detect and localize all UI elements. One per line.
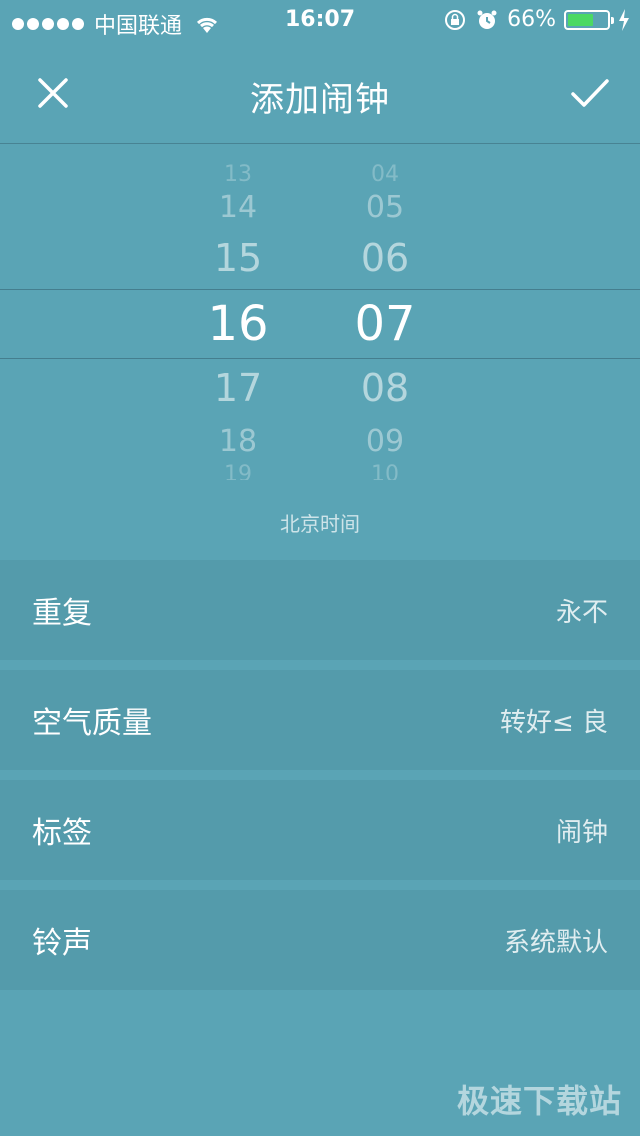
row-label: 铃声 bbox=[32, 926, 92, 961]
row-label: 重复 bbox=[32, 596, 92, 631]
picker-selection-band bbox=[0, 289, 640, 359]
alarm-icon bbox=[477, 10, 497, 29]
ringtone-row[interactable]: 铃声 系统默认 bbox=[0, 890, 640, 990]
rotation-lock-icon bbox=[445, 9, 466, 30]
label-row[interactable]: 标签 闹钟 bbox=[0, 780, 640, 880]
hour-option[interactable]: 19 bbox=[183, 462, 293, 480]
watermark: 极速下载站 bbox=[456, 1082, 622, 1120]
time-picker[interactable]: 13 14 15 16 17 18 19 04 05 06 07 08 09 1… bbox=[0, 144, 640, 484]
minute-option[interactable]: 09 bbox=[330, 424, 440, 459]
repeat-row[interactable]: 重复 永不 bbox=[0, 560, 640, 660]
hour-wheel[interactable]: 13 14 15 16 17 18 19 bbox=[183, 144, 293, 484]
battery-icon bbox=[564, 9, 614, 30]
status-bar: 中国联通 16:07 66% bbox=[0, 0, 640, 40]
hour-option[interactable]: 15 bbox=[183, 236, 293, 280]
minute-option[interactable]: 05 bbox=[330, 190, 440, 225]
selected-minute[interactable]: 07 bbox=[330, 296, 440, 352]
minute-option[interactable]: 10 bbox=[330, 462, 440, 480]
minute-wheel[interactable]: 04 05 06 07 08 09 10 bbox=[330, 144, 440, 484]
status-right: 66% bbox=[443, 7, 630, 32]
timezone-label: 北京时间 bbox=[280, 512, 360, 536]
settings-list: 重复 永不 空气质量 转好≤ 良 标签 闹钟 铃声 系统默认 bbox=[0, 560, 640, 1000]
hour-option[interactable]: 18 bbox=[183, 424, 293, 459]
charging-bolt-icon bbox=[619, 8, 629, 31]
row-label: 标签 bbox=[32, 816, 92, 851]
battery-percent: 66% bbox=[507, 7, 556, 32]
hour-option[interactable]: 17 bbox=[183, 366, 293, 410]
nav-bar: 添加闹钟 bbox=[0, 44, 640, 144]
minute-option[interactable]: 08 bbox=[330, 366, 440, 410]
hour-option[interactable]: 13 bbox=[183, 162, 293, 187]
check-icon[interactable] bbox=[570, 74, 610, 112]
battery-fill bbox=[568, 13, 594, 26]
minute-option[interactable]: 06 bbox=[330, 236, 440, 280]
row-value: 系统默认 bbox=[503, 927, 608, 958]
air-quality-row[interactable]: 空气质量 转好≤ 良 bbox=[0, 670, 640, 770]
minute-option[interactable]: 04 bbox=[330, 162, 440, 187]
selected-hour[interactable]: 16 bbox=[183, 296, 293, 352]
hour-option[interactable]: 14 bbox=[183, 190, 293, 225]
page-title: 添加闹钟 bbox=[250, 80, 390, 120]
row-value: 永不 bbox=[555, 597, 608, 628]
row-label: 空气质量 bbox=[32, 706, 152, 741]
row-value: 转好≤ 良 bbox=[499, 707, 608, 738]
row-value: 闹钟 bbox=[555, 817, 608, 848]
